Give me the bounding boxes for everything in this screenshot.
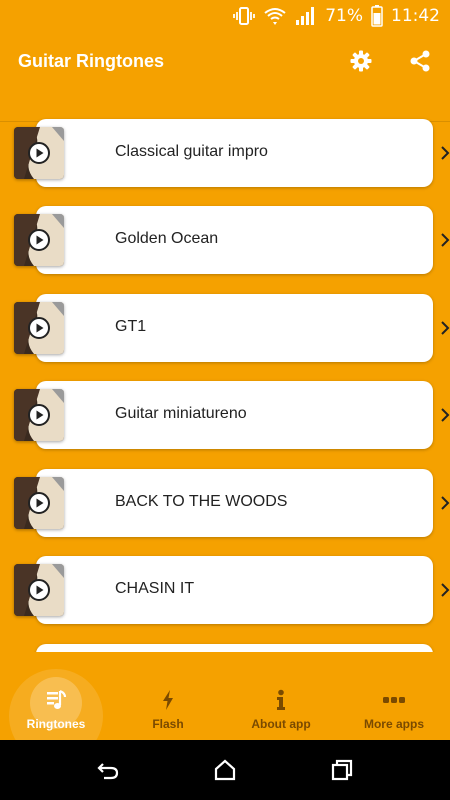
system-nav-bar	[0, 740, 450, 800]
nav-label: Ringtones	[26, 717, 86, 731]
play-icon	[28, 142, 50, 164]
ringtone-item[interactable]: Guitar miniatureno	[0, 381, 450, 449]
home-icon[interactable]	[213, 758, 237, 782]
play-icon	[28, 492, 50, 514]
settings-icon	[350, 50, 372, 72]
nav-about-app[interactable]: About app	[225, 652, 337, 740]
app-bar: Guitar Ringtones	[0, 32, 450, 122]
flash-icon	[163, 690, 173, 710]
back-icon[interactable]	[96, 758, 120, 782]
guitar-thumbnail[interactable]	[14, 302, 64, 354]
guitar-thumbnail[interactable]	[14, 127, 64, 179]
guitar-thumbnail[interactable]	[14, 564, 64, 616]
ringtone-item[interactable]: Golden Ocean	[0, 206, 450, 274]
ringtone-title: Guitar miniatureno	[115, 405, 247, 422]
ringtone-card[interactable]: Guitar miniatureno	[36, 381, 450, 449]
app-title: Guitar Ringtones	[18, 51, 165, 71]
chevron-right-icon	[441, 583, 450, 597]
ringtone-item[interactable]: BACK TO THE WOODS	[0, 469, 450, 537]
ringtone-title: Golden Ocean	[115, 230, 219, 247]
ringtone-title: GT1	[115, 318, 147, 335]
chevron-right-icon	[441, 408, 450, 422]
ringtone-list[interactable]: Classical guitar impro Golden Ocean GT1 …	[0, 90, 450, 652]
chevron-right-icon	[441, 496, 450, 510]
ringtone-card[interactable]	[36, 644, 433, 652]
signal-icon	[296, 7, 315, 25]
play-icon	[28, 317, 50, 339]
ringtone-item[interactable]: CHASIN IT	[0, 556, 450, 624]
ringtone-card[interactable]: GT1	[36, 294, 450, 362]
nav-ringtones[interactable]: Ringtones	[0, 652, 112, 763]
nav-more-apps[interactable]: More apps	[338, 652, 450, 740]
ringtone-item[interactable]	[0, 644, 450, 652]
play-icon	[28, 404, 50, 426]
battery-icon	[371, 5, 383, 27]
recents-icon[interactable]	[330, 758, 354, 782]
nav-flash[interactable]: Flash	[112, 652, 224, 740]
share-button[interactable]	[408, 49, 432, 73]
more-icon	[383, 697, 405, 703]
ringtone-item[interactable]: Classical guitar impro	[0, 119, 450, 187]
ringtone-card[interactable]: CHASIN IT	[36, 556, 450, 624]
nav-label: Flash	[152, 717, 184, 731]
status-icons: 71% 11:42	[233, 0, 440, 32]
ringtones-icon	[47, 689, 67, 709]
ringtone-item[interactable]: GT1	[0, 294, 450, 362]
ringtone-title: CHASIN IT	[115, 580, 195, 597]
bottom-nav: Ringtones Flash About app More apps	[0, 652, 450, 763]
chevron-right-icon	[441, 233, 450, 247]
vibrate-icon	[233, 7, 256, 25]
settings-button[interactable]	[349, 49, 373, 73]
ringtone-card[interactable]: BACK TO THE WOODS	[36, 469, 450, 537]
ringtone-card[interactable]: Golden Ocean	[36, 206, 450, 274]
chevron-right-icon	[441, 146, 450, 160]
guitar-thumbnail[interactable]	[14, 389, 64, 441]
play-icon	[28, 229, 50, 251]
guitar-thumbnail[interactable]	[14, 477, 64, 529]
ringtone-title: BACK TO THE WOODS	[115, 493, 288, 510]
share-icon	[410, 50, 430, 72]
nav-label: About app	[251, 717, 311, 731]
wifi-icon	[264, 8, 286, 25]
chevron-right-icon	[441, 321, 450, 335]
play-icon	[28, 579, 50, 601]
nav-label: More apps	[363, 717, 424, 731]
status-bar: 71% 11:42	[0, 0, 450, 32]
ringtone-card[interactable]: Classical guitar impro	[36, 119, 450, 187]
clock: 11:42	[391, 6, 440, 26]
info-icon	[277, 689, 285, 710]
battery-percent: 71%	[325, 6, 363, 26]
guitar-thumbnail[interactable]	[14, 214, 64, 266]
ringtone-title: Classical guitar impro	[115, 143, 268, 160]
